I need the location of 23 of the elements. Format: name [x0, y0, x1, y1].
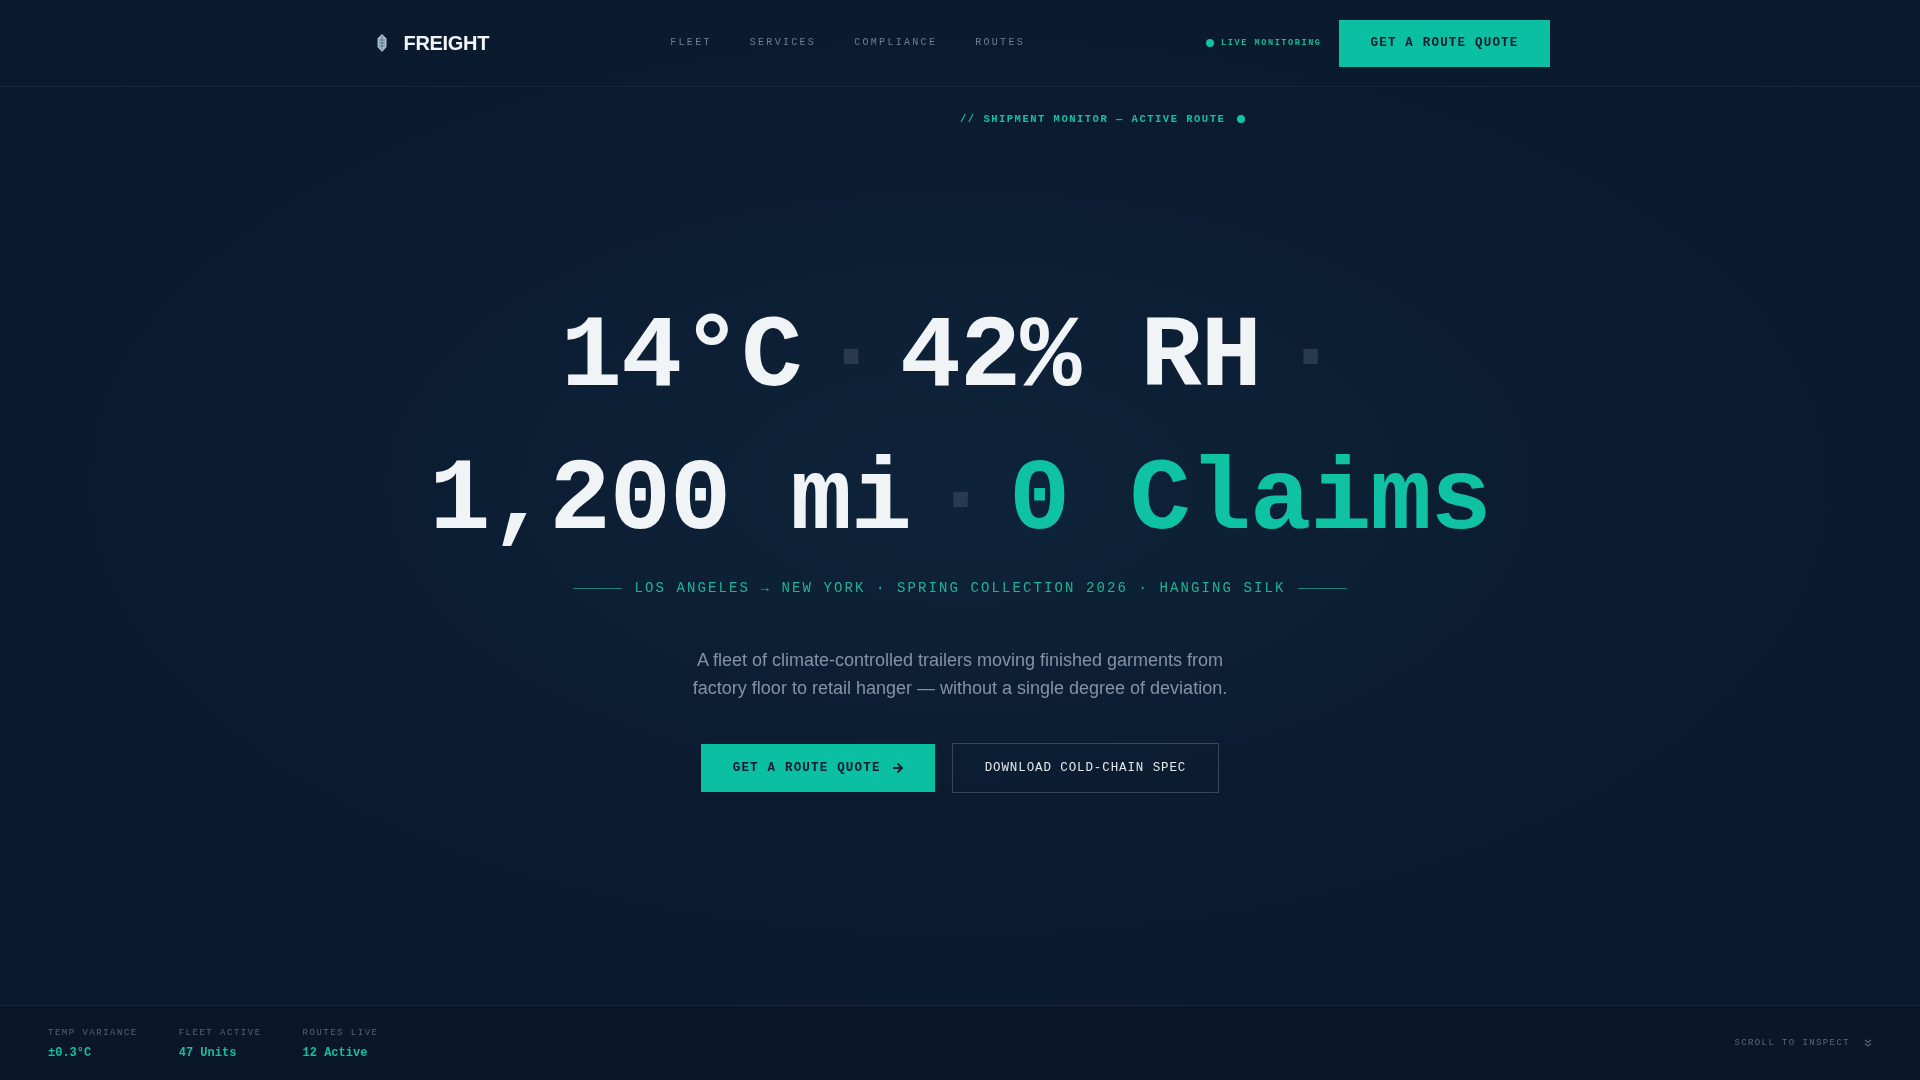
stat-value: 12 Active [302, 1045, 369, 1060]
nav-link[interactable]: SERVICES [749, 36, 817, 50]
hero-description: A fleet of climate-controlled trailers moving finished garments from factory floor to retail hanger — without a single degree of deviation. [691, 649, 1229, 700]
route-quote-button[interactable]: GET A ROUTE QUOTE [700, 744, 935, 792]
nav-link[interactable]: ROUTES [975, 36, 1025, 50]
stat-value: 47 Units [178, 1045, 238, 1060]
stat-label: ROUTES LIVE [302, 1026, 379, 1039]
stat-label: TEMP VARIANCE [48, 1026, 138, 1039]
scroll-hint: SCROLL TO INSPECT [1734, 1037, 1850, 1049]
gem-icon [376, 34, 387, 52]
live-monitoring-label: LIVE MONITORING [1221, 37, 1322, 49]
monitor-eyebrow: // SHIPMENT MONITOR — ACTIVE ROUTE [960, 112, 1226, 127]
arrow-right-icon [892, 763, 903, 773]
chevrons-down-icon [1864, 1039, 1872, 1047]
stat-label: FLEET ACTIVE [178, 1026, 262, 1039]
route-quote-button[interactable]: GET A ROUTE QUOTE [1338, 19, 1551, 67]
nav-link[interactable]: FLEET [670, 36, 712, 50]
download-spec-button[interactable]: DOWNLOAD COLD-CHAIN SPEC [951, 743, 1220, 793]
hero-headline: 14°C · 42% RH · 1,200 mi · 0 Claims [429, 299, 1491, 561]
logo-wordmark[interactable]: FREIGHT [403, 31, 490, 55]
stat-value: ±0.3°C [48, 1045, 93, 1060]
nav-link[interactable]: COMPLIANCE [854, 36, 938, 50]
route-text: LOS ANGELES → NEW YORK · SPRING COLLECTION 2026 · HANGING SILK [634, 579, 1286, 597]
